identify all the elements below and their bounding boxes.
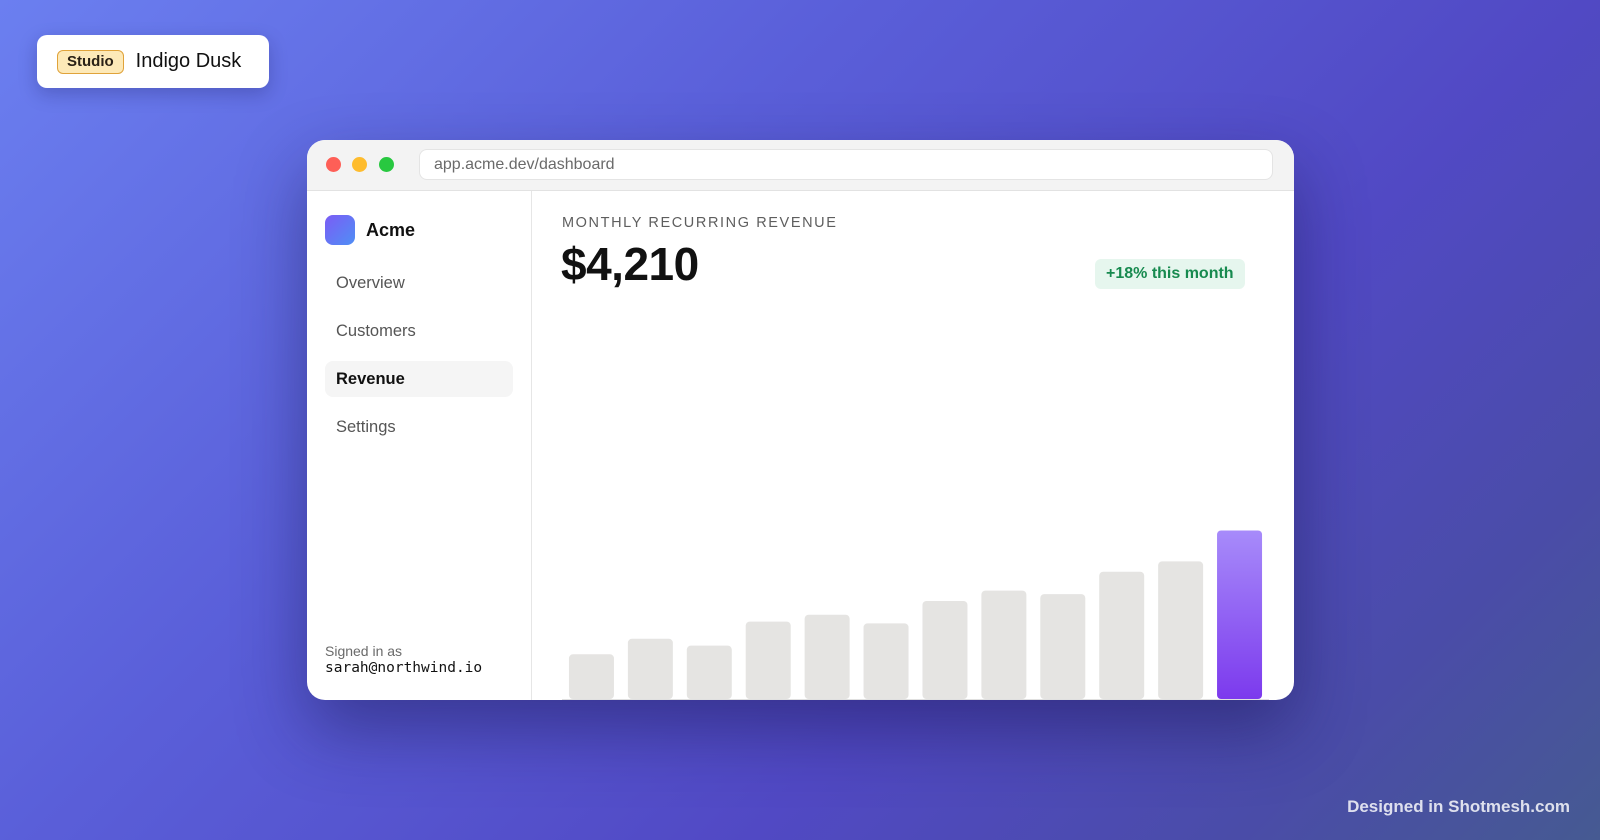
- sidebar: Acme Overview Customers Revenue Settings…: [307, 191, 532, 700]
- bar-apr[interactable]: [922, 600, 968, 699]
- browser-titlebar: app.acme.dev/dashboard: [307, 140, 1294, 191]
- bar-aug[interactable]: [1158, 561, 1204, 699]
- bar-dec[interactable]: [686, 645, 732, 699]
- theme-name: Indigo Dusk: [135, 50, 242, 72]
- brand[interactable]: Acme: [325, 215, 415, 245]
- bar-mar[interactable]: [863, 623, 909, 699]
- address-bar[interactable]: app.acme.dev/dashboard: [419, 149, 1273, 180]
- close-window-button[interactable]: [326, 157, 341, 172]
- minimize-window-button[interactable]: [352, 157, 367, 172]
- studio-pill: Studio: [57, 49, 124, 74]
- bar-jul[interactable]: [1099, 571, 1145, 699]
- maximize-window-button[interactable]: [379, 157, 394, 172]
- bar-oct[interactable]: [568, 654, 614, 699]
- bar-jun[interactable]: [1040, 594, 1086, 699]
- theme-badge-card: Studio Indigo Dusk: [37, 35, 269, 88]
- sidebar-item-revenue[interactable]: Revenue: [325, 361, 513, 397]
- sidebar-item-overview[interactable]: Overview: [325, 265, 513, 301]
- bar-jan[interactable]: [745, 621, 791, 699]
- designer-credit[interactable]: Designed in Shotmesh.com: [1347, 797, 1570, 817]
- sidebar-item-customers[interactable]: Customers: [325, 313, 513, 349]
- sidebar-item-settings[interactable]: Settings: [325, 409, 513, 445]
- bar-feb[interactable]: [804, 614, 850, 699]
- main-content: MONTHLY RECURRING REVENUE $4,210 +18% th…: [532, 191, 1294, 700]
- signed-in-email: sarah@northwind.io: [325, 660, 483, 676]
- bar-nov[interactable]: [627, 638, 673, 699]
- browser-window: app.acme.dev/dashboard Acme Overview Cus…: [307, 140, 1294, 700]
- acme-logo-icon: [325, 215, 355, 245]
- signed-in-label: Signed in as: [325, 643, 403, 659]
- bar-sep[interactable]: [1217, 530, 1263, 699]
- revenue-bar-chart: Oct Nov Dec Jan Feb Mar Apr May Jun Jul Aug Sep: [562, 530, 1269, 700]
- brand-name: Acme: [366, 219, 416, 240]
- bar-may[interactable]: [981, 590, 1027, 699]
